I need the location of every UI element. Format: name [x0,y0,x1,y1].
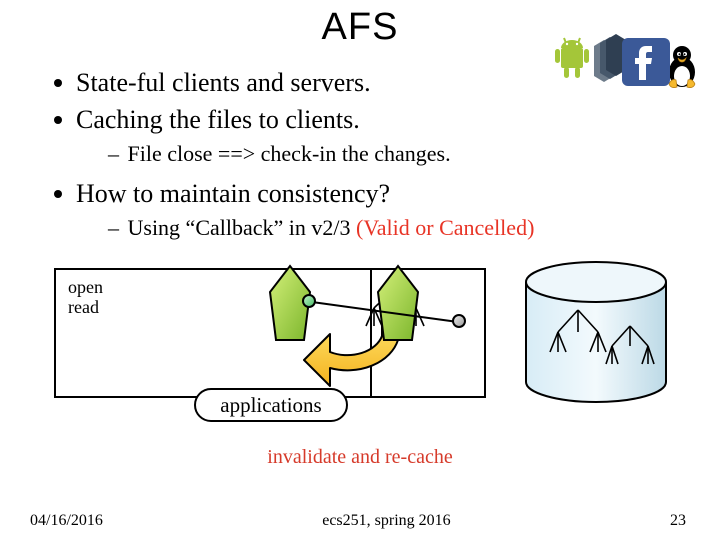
bullet-dot-icon [54,79,62,87]
applications-label: applications [194,388,348,422]
client-node-icon [302,294,316,308]
footer-date: 04/16/2016 [30,512,103,530]
bullet-dot-icon [54,116,62,124]
diagram: open read [44,254,704,440]
footer-page: 23 [670,512,686,530]
open-read-label: open read [68,278,103,318]
bullet-2-sub-text: File close ==> check-in the changes. [128,141,451,166]
bullet-list: State-ful clients and servers. Caching t… [54,65,696,244]
facebook-icon [622,38,670,86]
open-label: open [68,277,103,297]
bullet-3-sub-text: Using “Callback” in v2/3 [128,215,357,240]
node-connector [308,296,468,336]
read-label: read [68,297,99,317]
storage-cylinder-icon [516,260,676,400]
dash-icon: – [108,139,122,170]
bullet-3: How to maintain consistency? [54,176,696,211]
bullet-dot-icon [54,190,62,198]
bullet-2-sub: – File close ==> check-in the changes. [108,139,696,170]
server-node-icon [452,314,466,328]
bullet-3-text: How to maintain consistency? [76,176,390,211]
bullet-2-text: Caching the files to clients. [76,102,360,137]
bullet-3-sub-red: (Valid or Cancelled) [356,215,534,240]
bullet-1-text: State-ful clients and servers. [76,65,371,100]
logo-cluster [550,34,702,86]
footer: 04/16/2016 ecs251, spring 2016 23 [0,512,720,530]
footer-course: ecs251, spring 2016 [103,512,670,530]
server-stack-icon [588,34,626,86]
dash-icon: – [108,213,122,244]
bullet-2: Caching the files to clients. [54,102,696,137]
bullet-3-sub: – Using “Callback” in v2/3 (Valid or Can… [108,213,696,244]
invalidate-caption: invalidate and re-cache [24,446,696,469]
